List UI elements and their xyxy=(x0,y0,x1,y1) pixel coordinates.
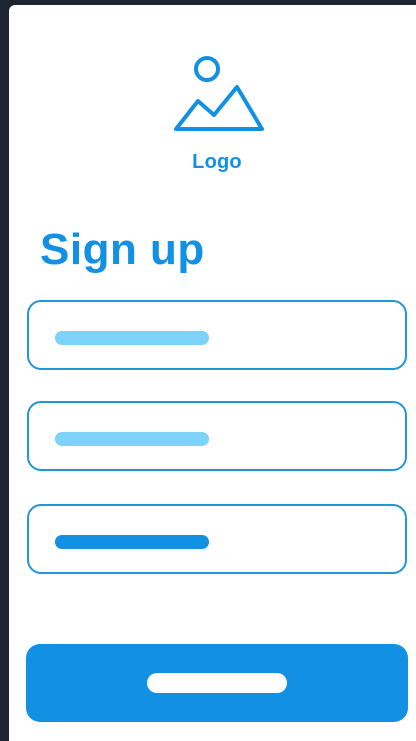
input-placeholder-bar xyxy=(55,432,209,446)
input-placeholder-bar xyxy=(55,331,209,345)
input-field-3[interactable] xyxy=(27,504,407,574)
logo-label: Logo xyxy=(192,151,242,173)
signup-screen: Logo Sign up xyxy=(9,5,416,741)
input-placeholder-bar xyxy=(55,535,209,549)
input-field-2[interactable] xyxy=(27,401,407,471)
page-title: Sign up xyxy=(40,225,205,274)
button-label-placeholder xyxy=(147,673,287,693)
sign-up-button[interactable] xyxy=(26,644,408,722)
image-placeholder-icon xyxy=(174,56,264,131)
input-field-1[interactable] xyxy=(27,300,407,370)
